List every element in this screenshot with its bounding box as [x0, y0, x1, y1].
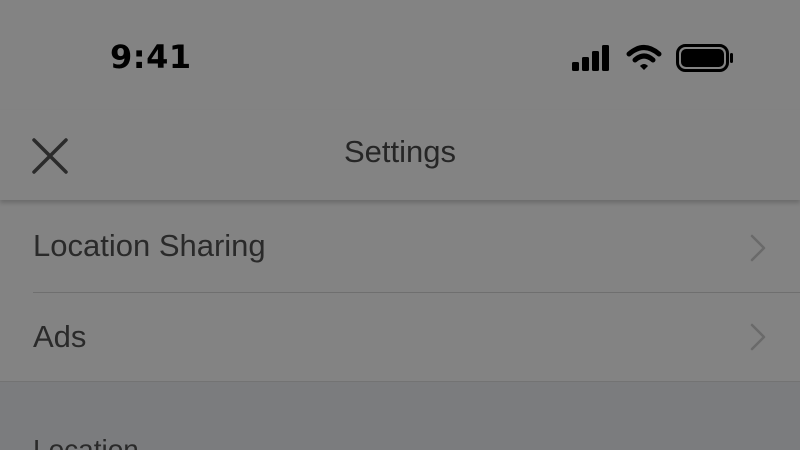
list-item-label: Location Sharing — [33, 228, 266, 263]
list-item-location-sharing[interactable]: Location Sharing — [0, 200, 800, 292]
nav-header: Settings — [0, 110, 800, 200]
list-item-ads[interactable]: Ads — [0, 293, 800, 381]
chevron-right-icon — [750, 323, 766, 351]
cellular-signal-icon — [572, 45, 612, 76]
section-header: Location — [33, 434, 139, 450]
list-item-label: Ads — [33, 319, 87, 354]
chevron-right-icon — [750, 234, 766, 262]
location-section: Location — [0, 381, 800, 450]
status-time: 9:41 — [110, 38, 192, 76]
status-bar: 9:41 — [0, 0, 800, 110]
page-title: Settings — [343, 134, 456, 169]
wifi-icon — [626, 44, 662, 77]
status-icons — [572, 44, 734, 77]
battery-icon — [676, 44, 734, 77]
settings-list: Location Sharing Ads — [0, 200, 800, 381]
